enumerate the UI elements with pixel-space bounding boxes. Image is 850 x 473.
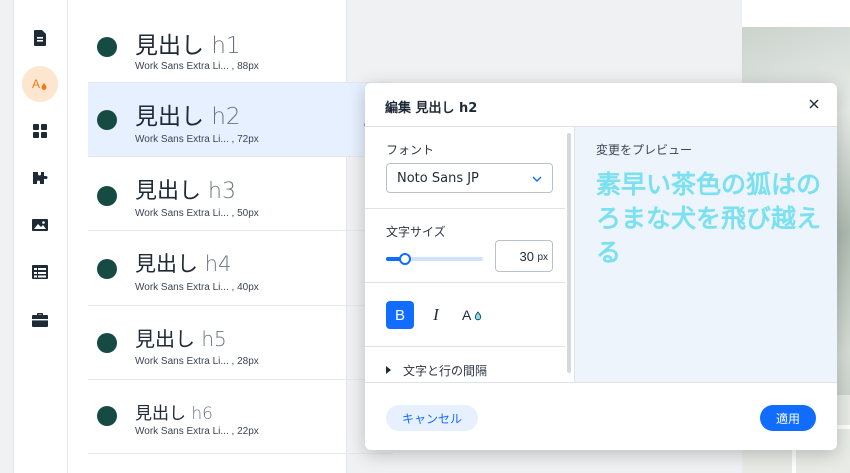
heading-item-h2[interactable]: 見出し h2 Work Sans Extra Li... , 72px bbox=[88, 83, 393, 157]
business-button[interactable] bbox=[22, 302, 58, 338]
briefcase-icon bbox=[32, 313, 48, 327]
heading-title: 見出し h6 bbox=[135, 404, 213, 424]
caret-right-icon bbox=[386, 366, 391, 374]
color-swatch bbox=[97, 259, 117, 279]
page-icon bbox=[34, 30, 46, 46]
heading-title: 見出し h2 bbox=[135, 104, 241, 130]
heading-title: 見出し h4 bbox=[135, 252, 232, 276]
dialog-footer: キャンセル 適用 bbox=[365, 382, 837, 450]
cms-button[interactable] bbox=[22, 254, 58, 290]
heading-item-h4[interactable]: 見出し h4 Work Sans Extra Li... , 40px bbox=[88, 232, 393, 306]
color-swatch bbox=[97, 186, 117, 206]
heading-level: h4 bbox=[204, 252, 232, 276]
heading-level: h3 bbox=[208, 179, 236, 204]
canvas-header bbox=[742, 0, 850, 27]
svg-text:A: A bbox=[462, 307, 472, 323]
heading-font-info: Work Sans Extra Li... , 22px bbox=[135, 426, 259, 437]
image-icon bbox=[32, 219, 48, 231]
spacing-label: 文字と行の間隔 bbox=[403, 364, 488, 378]
puzzle-icon bbox=[33, 172, 48, 184]
font-size-unit: px bbox=[537, 252, 548, 263]
theme-text-icon: A bbox=[32, 77, 47, 91]
apply-button[interactable]: 適用 bbox=[760, 405, 816, 431]
font-size-slider[interactable] bbox=[386, 253, 483, 265]
heading-item-h1[interactable]: 見出し h1 Work Sans Extra Li... , 88px bbox=[88, 9, 393, 83]
heading-level: h1 bbox=[211, 33, 241, 59]
edit-heading-dialog: 編集 見出し h2 フォント Noto Sans JP 文字サイズ 30 px bbox=[365, 83, 837, 450]
dialog-title: 編集 見出し h2 bbox=[385, 101, 478, 116]
heading-level: h2 bbox=[211, 104, 241, 130]
settings-column: フォント Noto Sans JP 文字サイズ 30 px B I A 文字と行… bbox=[365, 127, 575, 382]
heading-title: 見出し h5 bbox=[135, 327, 227, 351]
size-label: 文字サイズ bbox=[386, 225, 446, 239]
heading-level: h5 bbox=[201, 327, 227, 351]
heading-font-info: Work Sans Extra Li... , 72px bbox=[135, 134, 259, 145]
apps-button[interactable] bbox=[22, 113, 58, 149]
sidebar-edge bbox=[0, 0, 14, 473]
font-dropdown[interactable]: Noto Sans JP bbox=[386, 163, 553, 193]
cancel-button[interactable]: キャンセル bbox=[386, 405, 478, 431]
media-button[interactable] bbox=[22, 207, 58, 243]
table-icon bbox=[32, 265, 48, 279]
italic-button[interactable]: I bbox=[422, 301, 450, 329]
font-dropdown-value: Noto Sans JP bbox=[397, 171, 479, 186]
heading-title: 見出し h1 bbox=[135, 33, 241, 59]
svg-text:A: A bbox=[32, 77, 40, 91]
heading-title: 見出し h3 bbox=[135, 179, 236, 204]
heading-font-info: Work Sans Extra Li... , 50px bbox=[135, 208, 259, 219]
preview-pane: 変更をプレビュー 素早い茶色の狐はのろまな犬を飛び越える bbox=[575, 127, 837, 382]
chevron-down-icon bbox=[532, 176, 542, 182]
preview-label: 変更をプレビュー bbox=[596, 143, 693, 157]
heading-styles-panel: 見出し h1 Work Sans Extra Li... , 88px 見出し … bbox=[68, 0, 393, 473]
heading-item-h5[interactable]: 見出し h5 Work Sans Extra Li... , 28px bbox=[88, 306, 393, 380]
color-swatch bbox=[97, 406, 117, 426]
color-swatch bbox=[97, 37, 117, 57]
style-section: B I A bbox=[365, 283, 565, 347]
text-color-button[interactable]: A bbox=[459, 301, 487, 329]
extensions-button[interactable] bbox=[22, 160, 58, 196]
close-icon bbox=[809, 99, 819, 109]
close-button[interactable] bbox=[805, 95, 823, 113]
text-color-icon: A bbox=[462, 307, 482, 323]
color-swatch bbox=[97, 333, 117, 353]
slider-thumb[interactable] bbox=[399, 253, 412, 265]
preview-text: 素早い茶色の狐はのろまな犬を飛び越える bbox=[596, 170, 822, 267]
heading-level: h6 bbox=[191, 404, 213, 424]
font-section: フォント Noto Sans JP bbox=[365, 127, 565, 209]
size-section: 文字サイズ 30 px bbox=[365, 209, 565, 283]
settings-scrollbar[interactable] bbox=[567, 133, 571, 373]
pages-button[interactable] bbox=[22, 20, 58, 56]
dialog-header: 編集 見出し h2 bbox=[365, 83, 837, 127]
grid-apps-icon bbox=[33, 124, 47, 138]
theme-text-button[interactable]: A bbox=[22, 66, 58, 102]
heading-font-info: Work Sans Extra Li... , 88px bbox=[135, 61, 259, 72]
font-label: フォント bbox=[386, 143, 435, 157]
heading-item-h6[interactable]: 見出し h6 Work Sans Extra Li... , 22px bbox=[88, 380, 393, 454]
font-size-input[interactable]: 30 px bbox=[495, 240, 553, 272]
color-swatch bbox=[97, 110, 117, 130]
font-size-value: 30 bbox=[519, 249, 534, 264]
heading-font-info: Work Sans Extra Li... , 40px bbox=[135, 282, 259, 293]
heading-font-info: Work Sans Extra Li... , 28px bbox=[135, 356, 259, 367]
bold-button[interactable]: B bbox=[386, 301, 414, 329]
heading-item-h3[interactable]: 見出し h3 Work Sans Extra Li... , 50px bbox=[88, 157, 393, 231]
spacing-section: 文字と行の間隔 bbox=[365, 347, 565, 382]
